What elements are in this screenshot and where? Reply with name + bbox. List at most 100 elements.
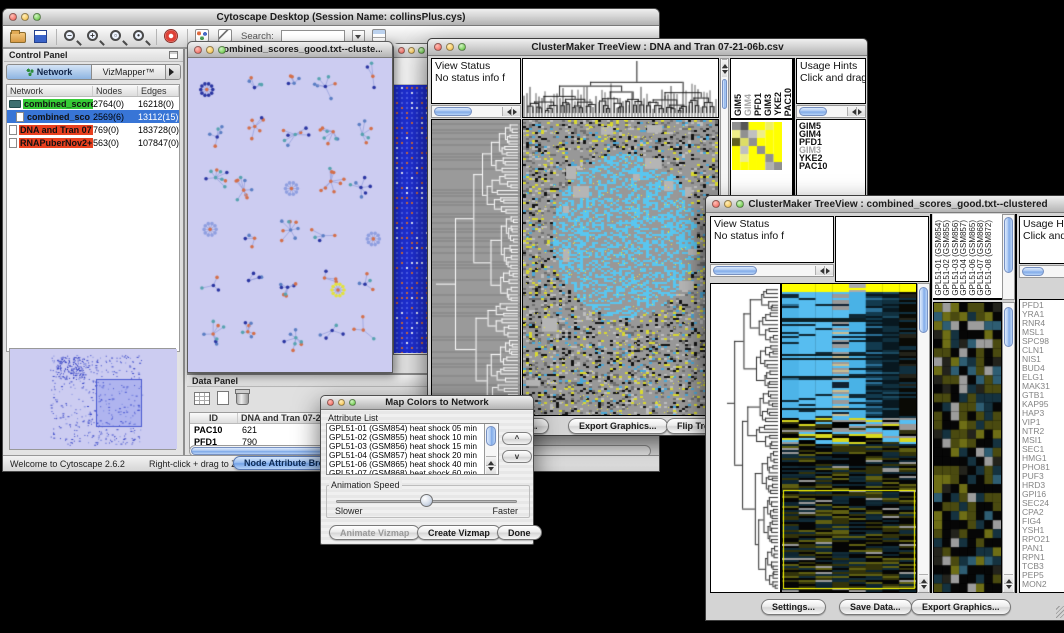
create-vizmap-button[interactable]: Create Vizmap (417, 525, 501, 540)
zoom-heatmap-canvas[interactable] (934, 303, 1001, 592)
array-tree-panel[interactable] (835, 216, 929, 282)
network-view-titlebar[interactable]: combined_scores_good.txt--cluste... (188, 42, 392, 58)
scroll-down-arrow[interactable] (722, 68, 727, 77)
status-scrollbar[interactable] (431, 105, 521, 118)
minimize-icon[interactable] (446, 43, 454, 51)
export-graphics-button[interactable]: Export Graphics... (911, 599, 1011, 615)
hints-scrollbar[interactable] (796, 105, 866, 118)
network-list-row[interactable]: combined_scores 2764(0) 16218(0) (7, 97, 179, 110)
maximize-icon[interactable] (418, 47, 425, 54)
attribute-table-icon[interactable] (194, 392, 210, 405)
scrollbar-thumb[interactable] (799, 107, 827, 116)
new-attribute-icon[interactable] (217, 391, 229, 405)
speed-slider-thumb[interactable] (420, 494, 433, 507)
scroll-right-arrow[interactable] (856, 107, 865, 116)
maximize-icon[interactable] (458, 43, 466, 51)
status-scrollbar[interactable] (710, 264, 834, 277)
main-titlebar[interactable]: Cytoscape Desktop (Session Name: collins… (3, 9, 659, 26)
close-icon[interactable] (327, 399, 334, 406)
scroll-up-arrow[interactable] (722, 59, 727, 68)
heatmap-vertical-scrollbar[interactable] (917, 283, 930, 593)
gene-label[interactable]: MON2 (1022, 580, 1064, 589)
array-tree-panel[interactable] (522, 58, 719, 118)
maximize-icon[interactable] (33, 13, 41, 21)
scroll-left-arrow[interactable] (847, 107, 856, 116)
scroll-up-arrow[interactable] (486, 456, 496, 465)
close-icon[interactable] (194, 46, 202, 54)
scroll-up-arrow[interactable] (919, 574, 928, 583)
minimize-icon[interactable] (206, 46, 214, 54)
tab-overflow-button[interactable] (165, 65, 180, 79)
labels-vertical-scrollbar[interactable] (1002, 214, 1015, 300)
maximize-icon[interactable] (349, 399, 356, 406)
attribute-list-item[interactable]: GPL51-07 (GSM868) heat shock 60 min (329, 469, 498, 475)
close-icon[interactable] (9, 13, 17, 21)
tab-network[interactable]: Network (7, 65, 92, 79)
heatmap-canvas[interactable] (523, 120, 718, 415)
gene-dendrogram-canvas[interactable] (711, 284, 780, 592)
close-icon[interactable] (434, 43, 442, 51)
export-graphics-button[interactable]: Export Graphics... (568, 418, 668, 434)
scrollbar-thumb[interactable] (486, 426, 496, 446)
network-canvas[interactable] (188, 58, 392, 372)
gene-tree-panel[interactable] (710, 283, 781, 593)
maximize-icon[interactable] (736, 200, 744, 208)
column-network[interactable]: Network (7, 86, 93, 96)
scroll-down-arrow[interactable] (1004, 583, 1013, 592)
scrollbar-thumb[interactable] (919, 287, 928, 333)
help-lifesaver-icon[interactable] (164, 29, 178, 43)
attribute-listbox[interactable]: GPL51-01 (GSM854) heat shock 05 minGPL51… (326, 423, 499, 475)
listbox-scrollbar[interactable] (484, 424, 497, 474)
tab-vizmapper[interactable]: VizMapper™ (92, 65, 165, 79)
zoom-heatmap-canvas[interactable] (732, 122, 782, 170)
save-session-icon[interactable] (34, 30, 47, 43)
trash-icon[interactable] (236, 391, 249, 405)
scroll-left-arrow[interactable] (502, 107, 511, 116)
scrollbar-thumb[interactable] (1004, 307, 1013, 347)
birdseye-overview[interactable] (9, 348, 176, 450)
scroll-right-arrow[interactable] (511, 107, 520, 116)
treeview1-titlebar[interactable]: ClusterMaker TreeView : DNA and Tran 07-… (428, 39, 867, 56)
network-list-row[interactable]: combined_sco 2569(6) 13112(15) (7, 110, 179, 123)
scroll-down-arrow[interactable] (486, 465, 496, 474)
maximize-icon[interactable] (218, 46, 226, 54)
scrollbar-thumb[interactable] (1022, 267, 1044, 276)
scrollbar-thumb[interactable] (1004, 217, 1013, 273)
minimize-icon[interactable] (408, 47, 415, 54)
zoom-vertical-scrollbar[interactable] (1002, 302, 1015, 593)
move-up-button[interactable]: ^ (502, 432, 532, 445)
close-icon[interactable] (712, 200, 720, 208)
minimize-icon[interactable] (338, 399, 345, 406)
heatmap-canvas[interactable] (782, 284, 916, 592)
global-heatmap-panel[interactable] (781, 283, 917, 593)
column-id[interactable]: ID (190, 413, 238, 423)
minimize-icon[interactable] (724, 200, 732, 208)
move-down-button[interactable]: v (502, 450, 532, 463)
zoom-heatmap-panel[interactable] (933, 302, 1002, 593)
column-edges[interactable]: Edges (138, 86, 179, 96)
gene-dendrogram-canvas[interactable] (432, 120, 520, 415)
network-list-row[interactable]: DNA and Tran 07 769(0) 183728(0) (7, 123, 179, 136)
column-nodes[interactable]: Nodes (93, 86, 138, 96)
close-icon[interactable] (398, 47, 405, 54)
global-heatmap-panel[interactable] (522, 119, 719, 416)
resize-grip[interactable] (1056, 606, 1064, 618)
minimize-icon[interactable] (21, 13, 29, 21)
network-list-row[interactable]: RNAPuberNov2+! 563(0) 107847(0) (7, 136, 179, 149)
array-dendrogram-canvas[interactable] (523, 59, 718, 117)
scrollbar-thumb[interactable] (722, 79, 727, 109)
gene-tree-panel[interactable] (431, 119, 521, 416)
dialog-titlebar[interactable]: Map Colors to Network (321, 396, 533, 410)
overview-canvas[interactable] (10, 349, 177, 449)
settings-button[interactable]: Settings... (761, 599, 826, 615)
open-session-icon[interactable] (10, 32, 26, 43)
animate-vizmap-button[interactable]: Animate Vizmap (329, 525, 420, 540)
treeview2-titlebar[interactable]: ClusterMaker TreeView : combined_scores_… (706, 196, 1064, 213)
float-panel-icon[interactable] (169, 51, 178, 59)
hints-scrollbar[interactable] (1019, 265, 1064, 278)
scroll-left-arrow[interactable] (815, 266, 824, 275)
scroll-down-arrow[interactable] (919, 583, 928, 592)
scrollbar-thumb[interactable] (434, 107, 472, 116)
gene-label[interactable]: PAC10 (799, 162, 865, 170)
scroll-up-arrow[interactable] (1004, 574, 1013, 583)
